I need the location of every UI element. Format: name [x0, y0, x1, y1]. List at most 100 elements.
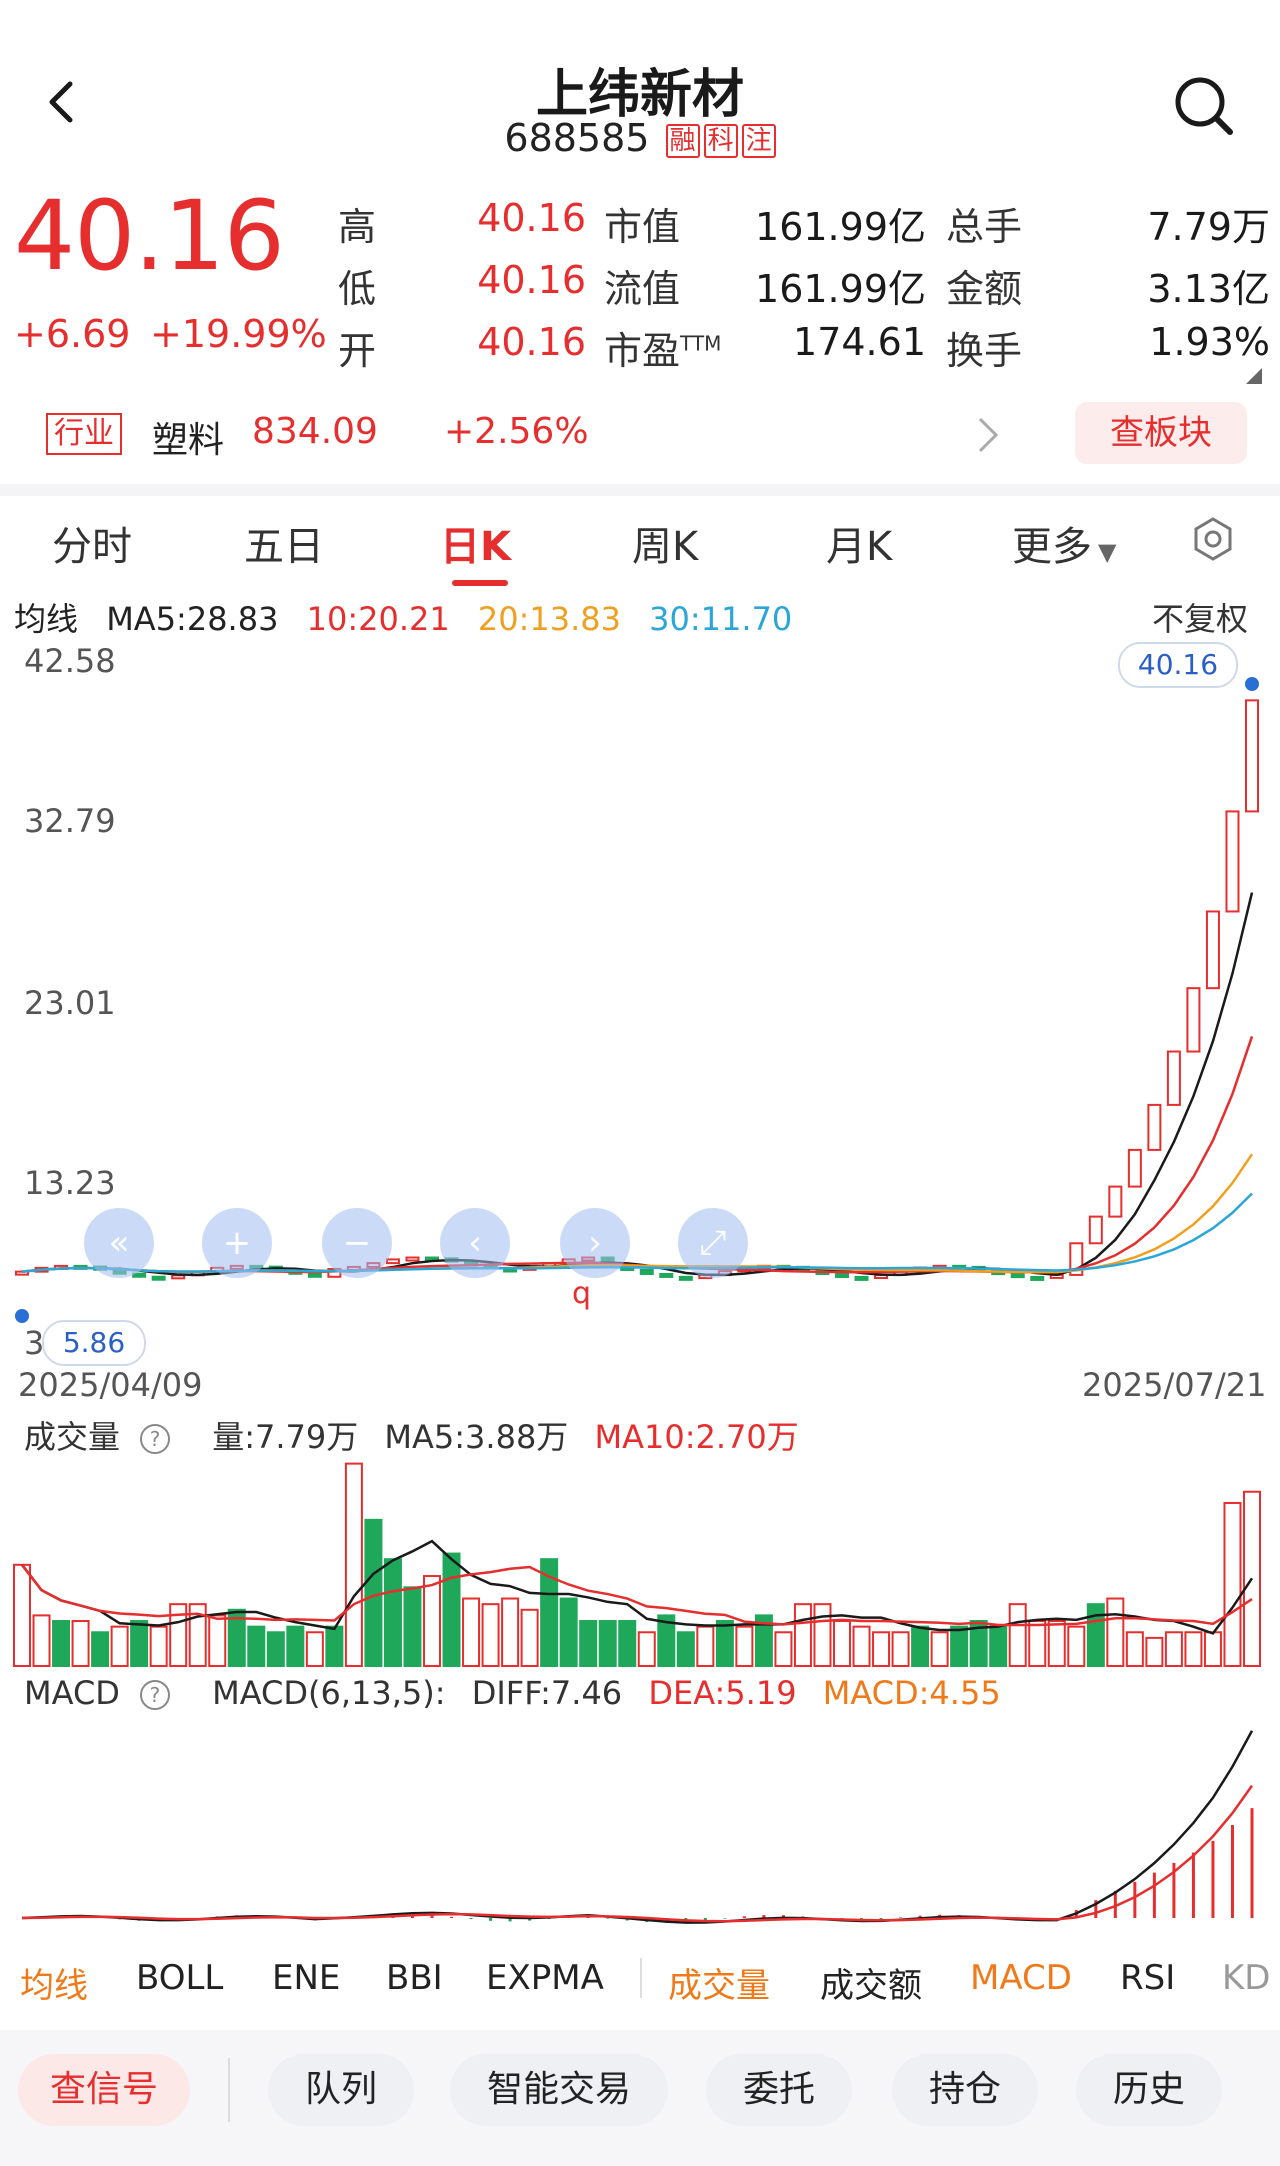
chevron-right-icon	[978, 417, 999, 453]
kline-chart[interactable]	[0, 640, 1280, 1340]
candle	[1108, 1185, 1123, 1218]
candle	[835, 1273, 849, 1279]
float-cap-label: 流值	[604, 267, 681, 311]
fullscreen-button[interactable]: ⤢	[678, 1208, 748, 1278]
open-value: 40.16	[477, 320, 586, 364]
macd-label: MACD?	[24, 1674, 186, 1712]
ind-tab-macd[interactable]: MACD	[970, 1958, 1072, 1998]
zoom-in-button[interactable]: +	[202, 1208, 272, 1278]
volume-bar	[872, 1631, 891, 1667]
volume-bar	[559, 1597, 578, 1667]
chart-annotation: q	[572, 1276, 592, 1311]
zoom-out-button[interactable]: −	[322, 1208, 392, 1278]
volume-bar	[442, 1552, 461, 1667]
start-date: 2025/04/09	[18, 1366, 203, 1404]
tab-five-day[interactable]: 五日	[244, 514, 324, 572]
macd-params: MACD(6,13,5):	[212, 1674, 446, 1712]
ind-tab-rsi[interactable]: RSI	[1120, 1958, 1175, 1998]
ma30-value: 30:11.70	[649, 600, 793, 638]
volume-bar	[676, 1631, 695, 1667]
tab-daily-k[interactable]: 日K	[440, 514, 511, 572]
candle	[1205, 910, 1220, 990]
tab-intraday[interactable]: 分时	[52, 514, 132, 572]
high-label: 高	[338, 205, 377, 249]
volume-bar	[950, 1625, 969, 1668]
zoom-far-left-button[interactable]: «	[84, 1208, 154, 1278]
turnover-amount-value: 3.13亿	[1147, 267, 1270, 311]
volume-bar	[891, 1631, 910, 1667]
signal-button[interactable]: 查信号	[18, 2054, 190, 2126]
volume-bar	[403, 1586, 422, 1668]
volume-bar	[32, 1614, 51, 1668]
volume-bar	[1008, 1603, 1027, 1667]
volume-bar	[325, 1625, 344, 1668]
ind-tab-amount[interactable]: 成交额	[820, 1958, 922, 2007]
queue-button[interactable]: 队列	[268, 2054, 414, 2126]
ind-tab-boll[interactable]: BOLL	[136, 1958, 223, 1998]
tab-monthly-k[interactable]: 月K	[826, 514, 892, 572]
macd-chart[interactable]	[0, 1710, 1280, 1930]
total-volume-label: 总手	[946, 205, 1023, 249]
market-cap-value: 161.99亿	[755, 205, 926, 249]
ind-tab-ene[interactable]: ENE	[272, 1958, 340, 1998]
pan-left-button[interactable]: ‹	[440, 1208, 510, 1278]
candle	[678, 1275, 693, 1281]
volume-bar	[383, 1558, 402, 1667]
volume-bar	[774, 1631, 793, 1667]
settings-icon[interactable]	[1190, 516, 1236, 562]
industry-change: +2.56%	[444, 411, 589, 452]
volume-bar	[696, 1625, 715, 1668]
volume-bar	[481, 1603, 500, 1667]
price-change-pct: +19.99%	[150, 312, 327, 356]
macd-legend: MACD? MACD(6,13,5): DIFF:7.46 DEA:5.19 M…	[24, 1674, 1017, 1712]
tab-more[interactable]: 更多 ▼	[1012, 514, 1116, 572]
market-cap-label: 市值	[604, 205, 681, 249]
expand-corner-icon[interactable]	[1246, 368, 1262, 384]
pan-right-button[interactable]: ›	[560, 1208, 630, 1278]
volume-bar	[130, 1620, 149, 1667]
candle	[385, 1258, 400, 1265]
high-value: 40.16	[477, 196, 586, 240]
pe-label: 市盈TTM	[604, 329, 722, 373]
search-icon[interactable]	[1172, 74, 1236, 138]
active-tab-indicator	[452, 580, 508, 586]
low-value: 40.16	[477, 258, 586, 302]
bottom-separator	[228, 2058, 230, 2122]
ind-tab-expma[interactable]: EXPMA	[486, 1958, 604, 1998]
low-price-pill: 5.86	[42, 1320, 146, 1366]
macd-diff-line	[21, 1730, 1254, 1924]
period-tabs: 分时 五日 日K 周K 月K 更多 ▼	[0, 500, 1280, 586]
ma-label: 均线	[14, 600, 79, 638]
volume-bar	[71, 1620, 90, 1667]
volume-bar	[364, 1518, 383, 1667]
history-button[interactable]: 历史	[1076, 2054, 1222, 2126]
volume-bar	[52, 1620, 71, 1667]
order-button[interactable]: 委托	[706, 2054, 852, 2126]
ind-tab-kd[interactable]: KD	[1222, 1958, 1270, 1998]
volume-bar	[1067, 1625, 1086, 1668]
ind-tab-ma[interactable]: 均线	[20, 1958, 88, 2007]
volume-bar	[1184, 1631, 1203, 1667]
candle	[1127, 1148, 1142, 1188]
candle	[1225, 810, 1240, 913]
help-icon[interactable]: ?	[139, 1680, 170, 1710]
ind-tab-volume[interactable]: 成交量	[668, 1958, 770, 2007]
volume-chart[interactable]	[0, 1450, 1280, 1670]
candle	[405, 1256, 420, 1262]
turnover-amount-label: 金额	[946, 267, 1023, 311]
ma10-value: 10:20.21	[306, 600, 450, 638]
tab-weekly-k[interactable]: 周K	[632, 514, 698, 572]
tag-star-market: 科	[703, 123, 738, 158]
view-board-button[interactable]: 查板块	[1075, 402, 1247, 464]
volume-bar	[13, 1563, 31, 1667]
low-label: 低	[338, 267, 377, 311]
volume-bar	[1047, 1620, 1066, 1667]
volume-bar	[1223, 1501, 1242, 1667]
position-button[interactable]: 持仓	[892, 2054, 1038, 2126]
adjust-mode[interactable]: 不复权	[1152, 594, 1248, 640]
stock-code-line: 688585 融科注	[0, 116, 1280, 160]
ind-tab-bbi[interactable]: BBI	[386, 1958, 443, 1998]
y-label-4: 13.23	[24, 1164, 116, 1202]
volume-bar	[1203, 1631, 1222, 1667]
smart-trade-button[interactable]: 智能交易	[450, 2054, 668, 2126]
